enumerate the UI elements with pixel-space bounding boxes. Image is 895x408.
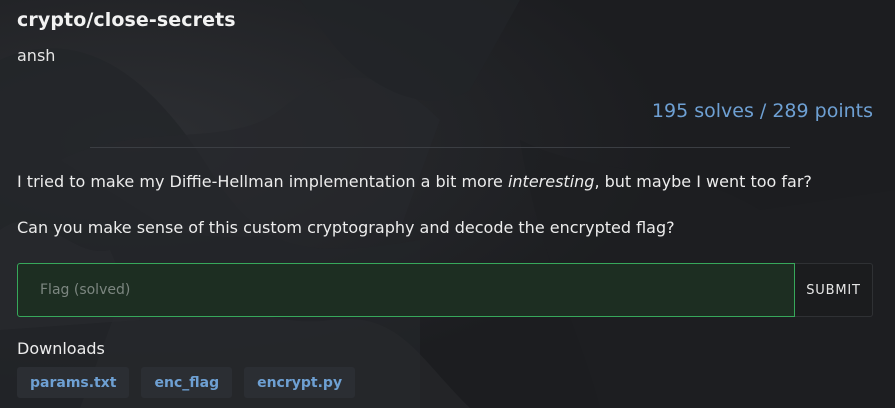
download-link-enc-flag[interactable]: enc_flag: [141, 367, 233, 398]
downloads-list: params.txt enc_flag encrypt.py: [17, 367, 356, 398]
description-emphasis: interesting: [507, 172, 595, 191]
downloads-heading: Downloads: [17, 339, 105, 358]
description-line-2: Can you make sense of this custom crypto…: [17, 218, 675, 237]
description-text: , but maybe I went too far?: [594, 172, 812, 191]
submit-button[interactable]: SUBMIT: [795, 263, 873, 317]
description-line-1: I tried to make my Diffie-Hellman implem…: [17, 171, 873, 193]
divider: [90, 147, 790, 148]
challenge-card: crypto/close-secrets ansh 195 solves / 2…: [0, 0, 895, 408]
solves-points-label: 195 solves / 289 points: [651, 100, 873, 122]
flag-form: SUBMIT: [17, 263, 873, 317]
download-link-params[interactable]: params.txt: [17, 367, 130, 398]
download-link-encrypt[interactable]: encrypt.py: [244, 367, 356, 398]
flag-input[interactable]: [17, 263, 795, 317]
description-text: I tried to make my Diffie-Hellman implem…: [17, 172, 508, 191]
challenge-title: crypto/close-secrets: [17, 9, 236, 31]
challenge-author: ansh: [17, 46, 56, 65]
